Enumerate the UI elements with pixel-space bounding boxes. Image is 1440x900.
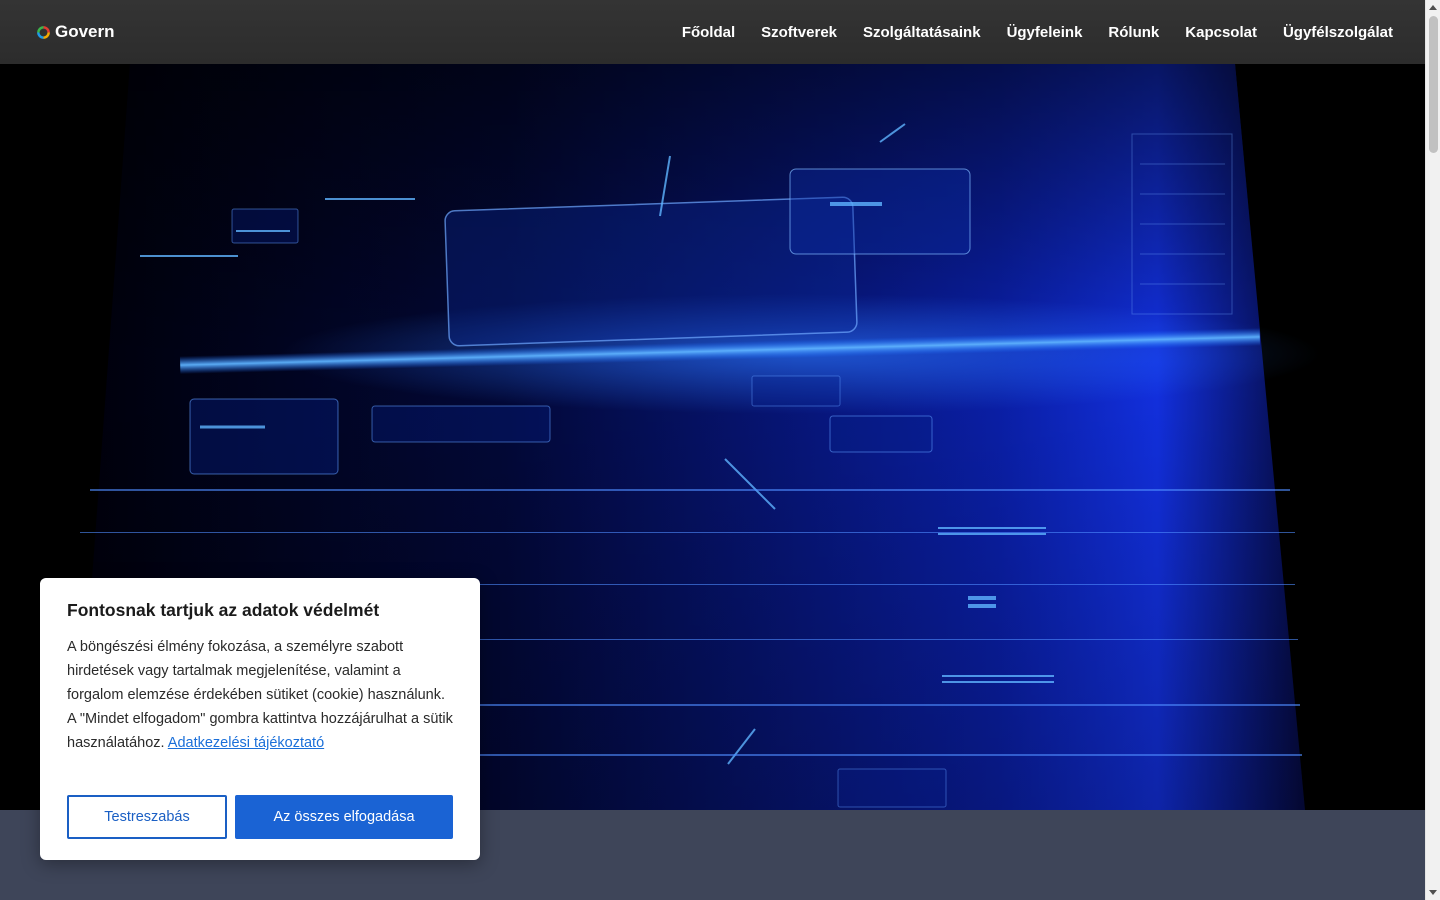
nav-item-software[interactable]: Szoftverek [761,24,837,41]
nav-item-home[interactable]: Főoldal [682,24,735,41]
accept-all-button[interactable]: Az összes elfogadása [235,795,453,839]
cookie-text: A böngészési élmény fokozása, a személyr… [67,635,453,755]
scroll-up-icon[interactable] [1429,5,1437,10]
site-header: Govern Főoldal Szoftverek Szolgáltatásai… [0,0,1425,64]
customize-button[interactable]: Testreszabás [67,795,227,839]
logo-text: Govern [55,22,115,41]
cookie-title: Fontosnak tartjuk az adatok védelmét [67,600,380,620]
logo[interactable]: Govern [36,22,115,42]
privacy-policy-link[interactable]: Adatkezelési tájékoztató [168,735,324,751]
scroll-down-icon[interactable] [1429,890,1437,895]
main-nav: Főoldal Szoftverek Szolgáltatásaink Ügyf… [682,24,1393,41]
scroll-thumb[interactable] [1429,16,1438,153]
cookie-buttons: Testreszabás Az összes elfogadása [67,795,453,839]
nav-item-support[interactable]: Ügyfélszolgálat [1283,24,1393,41]
page-scrollbar[interactable] [1425,0,1440,900]
nav-item-contact[interactable]: Kapcsolat [1185,24,1257,41]
nav-item-services[interactable]: Szolgáltatásaink [863,24,981,41]
cookie-consent-dialog: Fontosnak tartjuk az adatok védelmét A b… [40,578,480,860]
govern-logo-icon [37,25,50,39]
nav-item-about[interactable]: Rólunk [1108,24,1159,41]
nav-item-clients[interactable]: Ügyfeleink [1007,24,1083,41]
